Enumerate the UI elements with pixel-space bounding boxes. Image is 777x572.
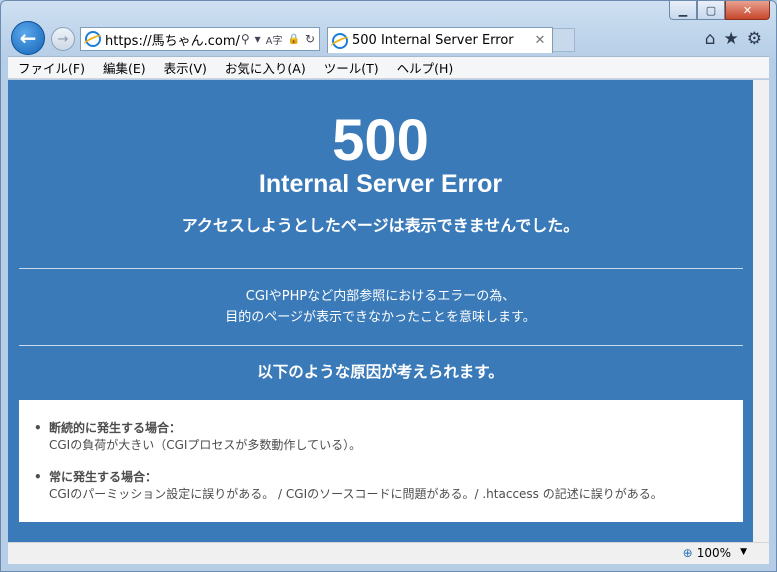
cause-description: CGIのパーミッション設定に誤りがある。 / CGIのソースコードに問題がある。… <box>49 487 663 501</box>
zoom-level: 100% <box>696 546 731 560</box>
cause-title: 断続的に発生する場合： <box>34 420 361 436</box>
minimize-button[interactable]: ▁ <box>669 1 697 20</box>
settings-icon[interactable]: ⚙ <box>747 29 762 49</box>
page-content: 500 Internal Server Error アクセスしようとしたページは… <box>8 80 753 542</box>
new-tab-button[interactable] <box>553 28 575 52</box>
causes-list: 断続的に発生する場合： CGIの負荷が大きい（CGIプロセスが多数動作している）… <box>19 400 743 522</box>
ie-tab-icon <box>332 32 348 49</box>
compatibility-icon[interactable]: A字 <box>266 32 283 47</box>
zoom-control[interactable]: ⊕ 100% <box>683 546 731 560</box>
menu-favorites[interactable]: お気に入り(A) <box>215 58 314 77</box>
address-tools: ⚲ ▾ A字 🔒 ↻ <box>241 32 319 47</box>
home-icon[interactable]: ⌂ <box>705 29 716 49</box>
back-arrow-icon: ← <box>19 26 37 50</box>
menu-help[interactable]: ヘルプ(H) <box>387 58 462 77</box>
error-headline: アクセスしようとしたページは表示できませんでした。 <box>181 216 580 235</box>
list-item: 常に発生する場合： CGIのパーミッション設定に誤りがある。 / CGIのソース… <box>34 469 663 503</box>
list-item: 断続的に発生する場合： CGIの負荷が大きい（CGIプロセスが多数動作している）… <box>34 420 362 454</box>
cause-description: CGIの負荷が大きい（CGIプロセスが多数動作している）。 <box>49 438 362 452</box>
vertical-scrollbar[interactable] <box>753 80 769 542</box>
maximize-button[interactable]: ▢ <box>697 1 725 20</box>
menu-bar: ファイル(F) 編集(E) 表示(V) お気に入り(A) ツール(T) ヘルプ(… <box>8 56 769 79</box>
back-button[interactable]: ← <box>11 21 45 55</box>
menu-tools[interactable]: ツール(T) <box>314 58 387 77</box>
menu-file[interactable]: ファイル(F) <box>8 58 93 77</box>
forward-arrow-icon: → <box>57 31 69 47</box>
divider <box>19 268 743 269</box>
zoom-dropdown-icon[interactable]: ▼ <box>740 547 747 557</box>
forward-button[interactable]: → <box>51 27 75 51</box>
browser-window: ▁ ▢ ✕ ← → https://馬ちゃん.com/ ⚲ ▾ A字 🔒 ↻ 5… <box>0 0 777 572</box>
address-bar[interactable]: https://馬ちゃん.com/ ⚲ ▾ A字 🔒 ↻ <box>80 27 320 51</box>
divider <box>19 345 743 346</box>
error-explanation: CGIやPHPなど内部参照におけるエラーの為、 目的のページが表示できなかったこ… <box>8 286 753 328</box>
menu-view[interactable]: 表示(V) <box>154 58 215 77</box>
favorites-icon[interactable]: ★ <box>724 29 739 49</box>
menu-edit[interactable]: 編集(E) <box>93 58 154 77</box>
explanation-line: 目的のページが表示できなかったことを意味します。 <box>225 310 536 325</box>
zoom-icon: ⊕ <box>682 546 693 560</box>
lock-icon[interactable]: 🔒 <box>287 34 299 45</box>
tab-close-icon[interactable]: ✕ <box>532 33 548 48</box>
cause-title: 常に発生する場合： <box>34 469 663 485</box>
close-button[interactable]: ✕ <box>725 1 770 20</box>
dropdown-icon[interactable]: ▾ <box>255 32 261 46</box>
refresh-icon[interactable]: ↻ <box>305 32 315 46</box>
error-title: Internal Server Error <box>258 170 503 198</box>
search-icon[interactable]: ⚲ <box>241 32 250 46</box>
tab-current[interactable]: 500 Internal Server Error ✕ <box>327 27 553 53</box>
ie-page-icon <box>85 31 101 47</box>
address-url[interactable]: https://馬ちゃん.com/ <box>105 30 241 49</box>
error-code: 500 <box>332 108 429 173</box>
toolbar-right-icons: ⌂ ★ ⚙ <box>705 29 762 49</box>
causes-heading: 以下のような原因が考えられます。 <box>257 363 504 381</box>
status-bar: ⊕ 100% ▼ <box>8 542 769 564</box>
caption-buttons: ▁ ▢ ✕ <box>669 1 770 20</box>
tab-title: 500 Internal Server Error <box>352 33 514 48</box>
explanation-line: CGIやPHPなど内部参照におけるエラーの為、 <box>245 289 516 304</box>
